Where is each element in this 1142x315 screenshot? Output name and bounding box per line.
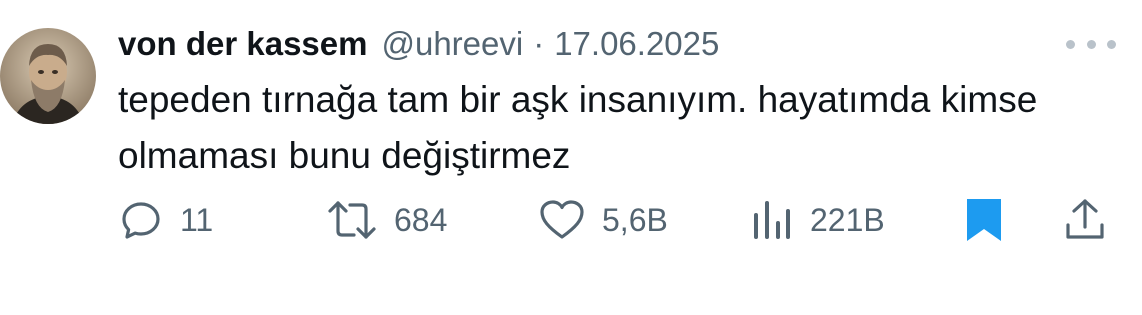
- bookmark-button[interactable]: [964, 192, 1004, 248]
- more-dot: [1086, 39, 1096, 49]
- tweet-header: von der kassem @uhreevi · 17.06.2025: [118, 22, 719, 66]
- tweet-text-line: olmaması bunu değiştirmez: [118, 135, 571, 176]
- tweet-date[interactable]: 17.06.2025: [554, 22, 719, 66]
- share-button[interactable]: [1062, 192, 1108, 248]
- tweet-text: tepeden tırnağa tam bir aşk insanıyım. h…: [118, 72, 1118, 184]
- separator: ·: [533, 25, 545, 62]
- author-handle[interactable]: @uhreevi: [381, 22, 523, 66]
- more-dot: [1066, 39, 1075, 49]
- reply-button[interactable]: 11: [118, 192, 213, 248]
- author-name[interactable]: von der kassem: [118, 22, 367, 66]
- retweet-icon: [328, 201, 376, 239]
- bookmark-icon: [967, 199, 1001, 241]
- more-icon[interactable]: [1066, 36, 1116, 52]
- like-count: 5,6B: [602, 201, 668, 238]
- retweet-button[interactable]: 684: [326, 192, 447, 248]
- share-icon: [1066, 199, 1104, 239]
- views-icon: [754, 201, 790, 239]
- like-button[interactable]: 5,6B: [538, 192, 668, 248]
- avatar[interactable]: [0, 28, 96, 124]
- heart-icon: [540, 200, 584, 239]
- views-count: 221B: [810, 201, 885, 238]
- action-bar: 11 684 5,6B 221B: [118, 192, 1118, 248]
- retweet-count: 684: [394, 201, 448, 238]
- more-dot: [1107, 39, 1116, 49]
- views-button[interactable]: 221B: [750, 192, 885, 248]
- reply-icon: [122, 202, 160, 239]
- reply-count: 11: [180, 201, 214, 238]
- tweet-text-line: tepeden tırnağa tam bir aşk insanıyım. h…: [118, 79, 1038, 120]
